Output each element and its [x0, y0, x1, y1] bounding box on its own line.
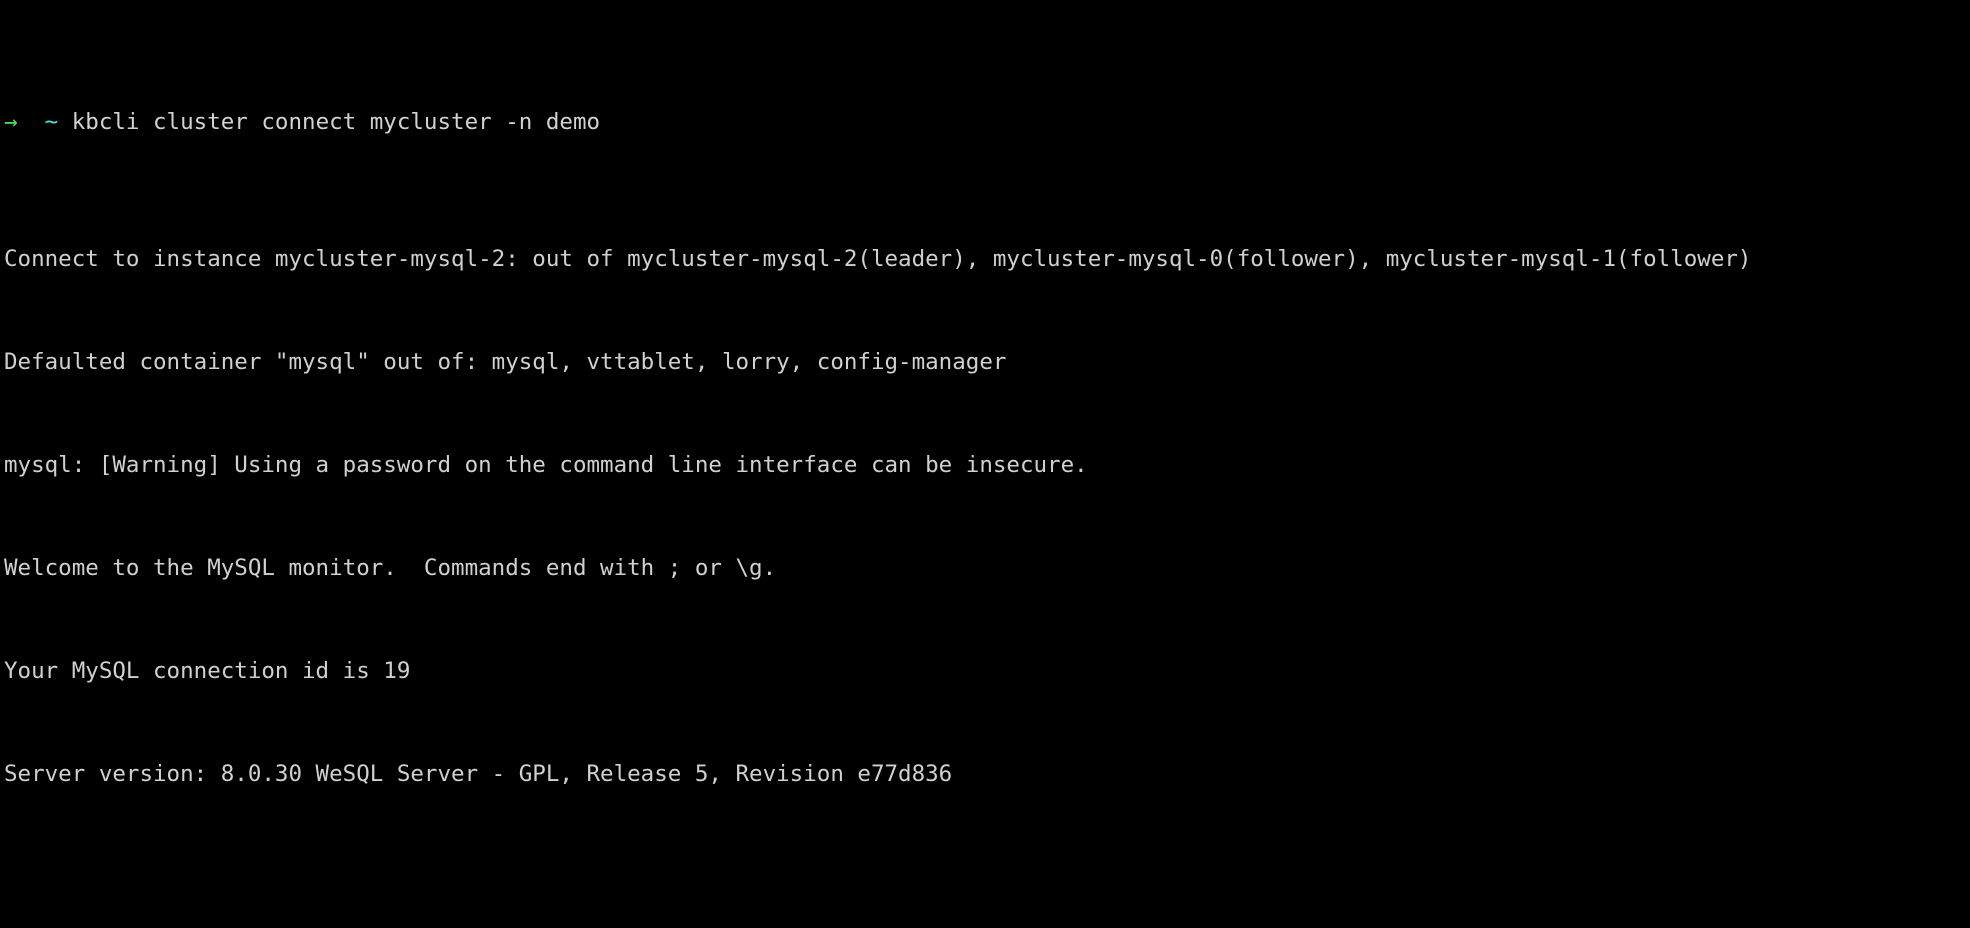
- output-line-blank-1: [4, 859, 1970, 893]
- prompt-gap-2: [58, 109, 72, 135]
- output-line-server-version: Server version: 8.0.30 WeSQL Server - GP…: [4, 760, 953, 787]
- terminal-screen[interactable]: → ~ kbcli cluster connect mycluster -n d…: [0, 0, 1970, 928]
- prompt-arrow-icon: →: [4, 108, 18, 135]
- shell-command-text: kbcli cluster connect mycluster -n demo: [71, 108, 601, 135]
- output-line-connection-id: Your MySQL connection id is 19: [4, 657, 411, 684]
- output-line-welcome: Welcome to the MySQL monitor. Commands e…: [4, 554, 777, 581]
- shell-prompt-line: → ~ kbcli cluster connect mycluster -n d…: [4, 105, 1970, 139]
- prompt-path: ~: [44, 108, 59, 135]
- output-line-defaulted-container: Defaulted container "mysql" out of: mysq…: [4, 348, 1007, 375]
- output-line-password-warning: mysql: [Warning] Using a password on the…: [4, 451, 1088, 478]
- output-line-connect-instance: Connect to instance mycluster-mysql-2: o…: [4, 246, 1752, 273]
- prompt-gap-1: [18, 109, 45, 135]
